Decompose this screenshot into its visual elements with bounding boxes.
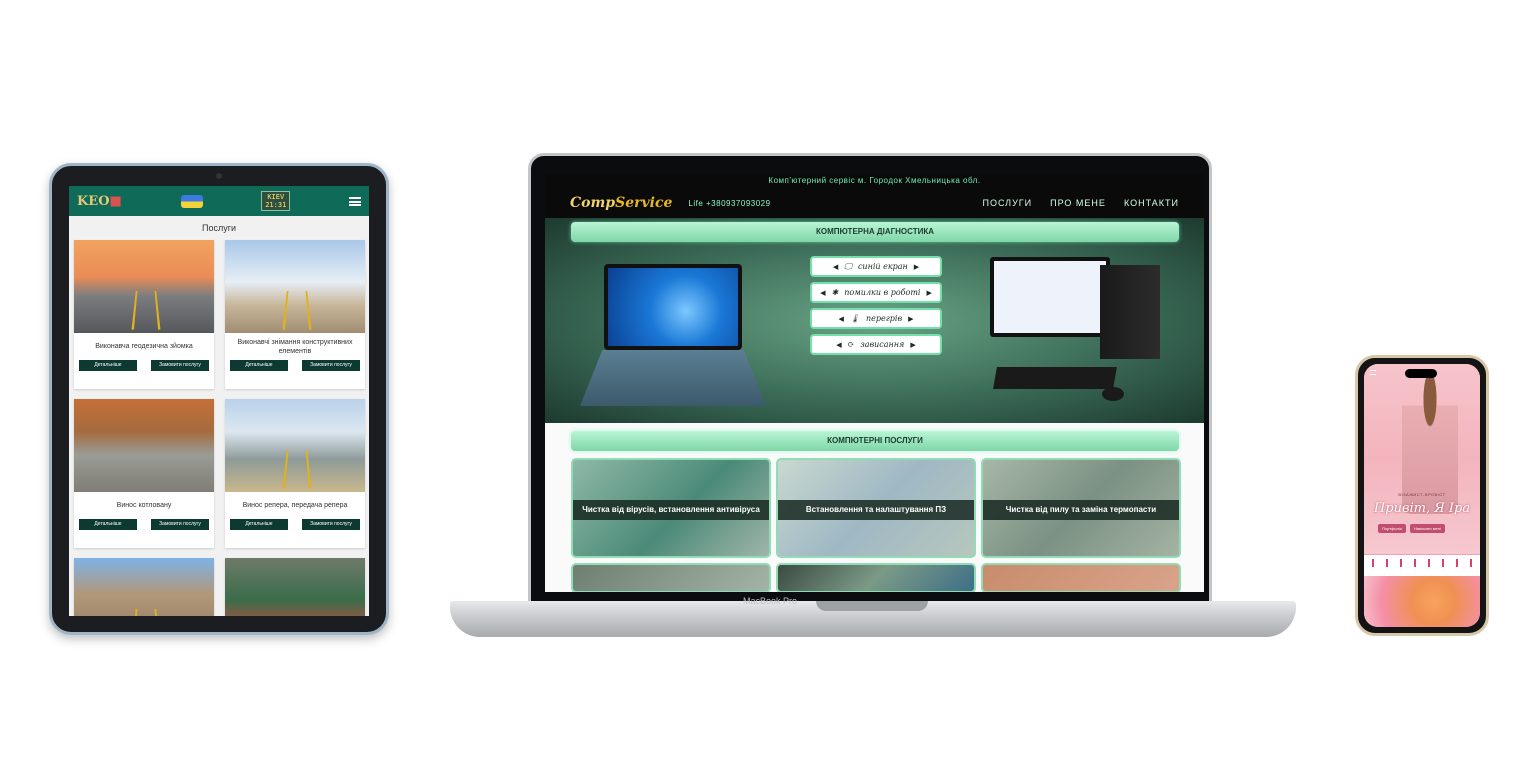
service-tile-label: Встановлення та налаштування ПЗ	[778, 500, 974, 520]
service-title: Виконавча геодезична зйомка	[95, 343, 193, 350]
service-image	[74, 558, 214, 616]
phone-screen: ВІЗАЖИСТ-БРОВІСТ Привіт, Я Іра Портфоліо…	[1364, 364, 1480, 627]
tablet-camera	[216, 173, 222, 179]
ukraine-map-icon	[180, 194, 203, 208]
details-button[interactable]: Детальніше	[230, 519, 288, 530]
diag-item-blue-screen[interactable]: ◀ 🖵 синій екран ▶	[810, 256, 942, 277]
services-title: КОМПЮТЕРНІ ПОСЛУГИ	[571, 431, 1179, 451]
right-arrow-icon: ▶	[908, 314, 914, 323]
service-card	[74, 558, 214, 616]
order-service-button[interactable]: Замовити послугу	[302, 360, 360, 371]
diagnostics-hero: КОМПЮТЕРНА ДІАГНОСТИКА ◀ 🖵 синій екран ▶…	[545, 218, 1204, 423]
service-title: Винос репера, передача репера	[242, 502, 348, 509]
right-arrow-icon: ▶	[926, 288, 932, 297]
service-tile[interactable]: Чистка від пилу та заміна термопасти	[981, 458, 1181, 558]
service-image	[74, 399, 214, 492]
clock-city: KIEV	[267, 193, 285, 201]
service-tile[interactable]	[571, 563, 771, 592]
tablet-device: KEO■ KIEV 21:31 Послуги Виконавча геодез…	[49, 163, 389, 635]
right-arrow-icon: ▶	[910, 340, 916, 349]
phone-title: Привіт, Я Іра	[1373, 501, 1471, 516]
service-tile-label: Чистка від пилу та заміна термопасти	[983, 500, 1179, 520]
diag-label: синій екран	[857, 262, 908, 271]
tablet-services-grid: Виконавча геодезична зйомка Детальніше З…	[69, 240, 369, 616]
service-tile[interactable]	[776, 563, 976, 592]
service-image	[74, 240, 214, 333]
phone-device: ВІЗАЖИСТ-БРОВІСТ Привіт, Я Іра Портфоліо…	[1355, 355, 1489, 636]
tablet-clock: KIEV 21:31	[261, 191, 291, 211]
laptop-brand-label: MacBook Pro	[742, 596, 798, 606]
service-card: Виконавчі знімання конструктивних елемен…	[225, 240, 365, 389]
menu-item-about[interactable]: ПРО МЕНЕ	[1050, 198, 1106, 208]
service-image	[225, 558, 365, 616]
phone-hero: ВІЗАЖИСТ-БРОВІСТ Привіт, Я Іра Портфоліо…	[1364, 364, 1480, 554]
diagnostics-title: КОМПЮТЕРНА ДІАГНОСТИКА	[571, 222, 1179, 242]
order-service-button[interactable]: Замовити послугу	[151, 360, 209, 371]
diag-item-overheat[interactable]: ◀ 🌡 перегрів ▶	[810, 308, 942, 329]
menu-item-contacts[interactable]: КОНТАКТИ	[1124, 198, 1179, 208]
clock-time: 21:31	[265, 201, 287, 209]
left-arrow-icon: ◀	[832, 262, 839, 271]
menu-item-services[interactable]: ПОСЛУГИ	[983, 198, 1033, 208]
diag-item-errors[interactable]: ◀ ✱ помилки в роботі ▶	[810, 282, 942, 303]
laptop-screen: Комп'ютерний сервіс м. Городок Хмельниць…	[545, 174, 1204, 592]
phone-subtitle: ВІЗАЖИСТ-БРОВІСТ	[1398, 492, 1446, 497]
diag-label: перегрів	[866, 314, 903, 323]
service-card	[225, 558, 365, 616]
details-button[interactable]: Детальніше	[79, 519, 137, 530]
device-mockup-showcase: KEO■ KIEV 21:31 Послуги Виконавча геодез…	[0, 0, 1540, 770]
contact-phone[interactable]: Life +380937093029	[688, 199, 770, 208]
makeup-promo-image	[1364, 576, 1480, 627]
order-service-button[interactable]: Замовити послугу	[302, 519, 360, 530]
write-me-button[interactable]: Написати мені	[1409, 524, 1445, 533]
service-tile[interactable]: Чистка від вірусів, встановлення антивір…	[571, 458, 771, 558]
site-topline: Комп'ютерний сервіс м. Городок Хмельниць…	[768, 176, 981, 185]
diag-label: помилки в роботі	[844, 288, 921, 297]
left-arrow-icon: ◀	[820, 288, 826, 297]
loading-spinner-icon: ⟳	[847, 340, 855, 349]
service-card: Винос репера, передача репера Детальніше…	[225, 399, 365, 548]
diag-item-freeze[interactable]: ◀ ⟳ зависання ▶	[810, 334, 942, 355]
laptop-illustration	[580, 264, 766, 409]
tablet-logo[interactable]: KEO■	[77, 194, 122, 209]
tablet-header: KEO■ KIEV 21:31	[69, 186, 369, 216]
laptop-device: Комп'ютерний сервіс м. Городок Хмельниць…	[528, 153, 1212, 609]
order-service-button[interactable]: Замовити послугу	[151, 519, 209, 530]
service-tile[interactable]: Встановлення та налаштування ПЗ	[776, 458, 976, 558]
dynamic-island	[1405, 369, 1437, 378]
portfolio-button[interactable]: Портфоліо	[1378, 524, 1406, 533]
notebook-spiral-divider	[1364, 554, 1480, 576]
tablet-screen: KEO■ KIEV 21:31 Послуги Виконавча геодез…	[69, 186, 369, 616]
left-arrow-icon: ◀	[838, 314, 844, 323]
diagnostics-list: ◀ 🖵 синій екран ▶ ◀ ✱ помилки в роботі ▶…	[810, 256, 942, 355]
service-tile[interactable]	[981, 563, 1181, 592]
hamburger-menu-icon[interactable]	[348, 196, 361, 206]
bug-icon: ✱	[831, 288, 839, 297]
main-menu: ПОСЛУГИ ПРО МЕНЕ КОНТАКТИ	[983, 198, 1179, 208]
service-tile-label: Чистка від вірусів, встановлення антивір…	[573, 500, 769, 520]
service-image	[225, 399, 365, 492]
diag-label: зависання	[860, 340, 905, 349]
monitor-icon: 🖵	[844, 261, 852, 271]
details-button[interactable]: Детальніше	[230, 360, 288, 371]
site-navbar: CompService Life +380937093029 ПОСЛУГИ П…	[545, 188, 1204, 218]
service-card: Виконавча геодезична зйомка Детальніше З…	[74, 240, 214, 389]
compservice-logo[interactable]: CompService	[570, 195, 672, 211]
right-arrow-icon: ▶	[913, 262, 920, 271]
services-grid: Чистка від вірусів, встановлення антивір…	[571, 458, 1181, 592]
service-card: Винос котловану Детальніше Замовити посл…	[74, 399, 214, 548]
service-image	[225, 240, 365, 333]
services-section: КОМПЮТЕРНІ ПОСЛУГИ Чистка від вірусів, в…	[545, 423, 1204, 592]
service-title: Виконавчі знімання конструктивних елемен…	[237, 338, 353, 355]
details-button[interactable]: Детальніше	[79, 360, 137, 371]
hamburger-menu-icon[interactable]	[1370, 370, 1376, 375]
thermometer-icon: 🌡	[849, 314, 861, 323]
tablet-section-title: Послуги	[201, 223, 237, 233]
service-title: Винос котловану	[116, 502, 172, 509]
left-arrow-icon: ◀	[836, 340, 842, 349]
desktop-pc-illustration	[990, 257, 1170, 407]
